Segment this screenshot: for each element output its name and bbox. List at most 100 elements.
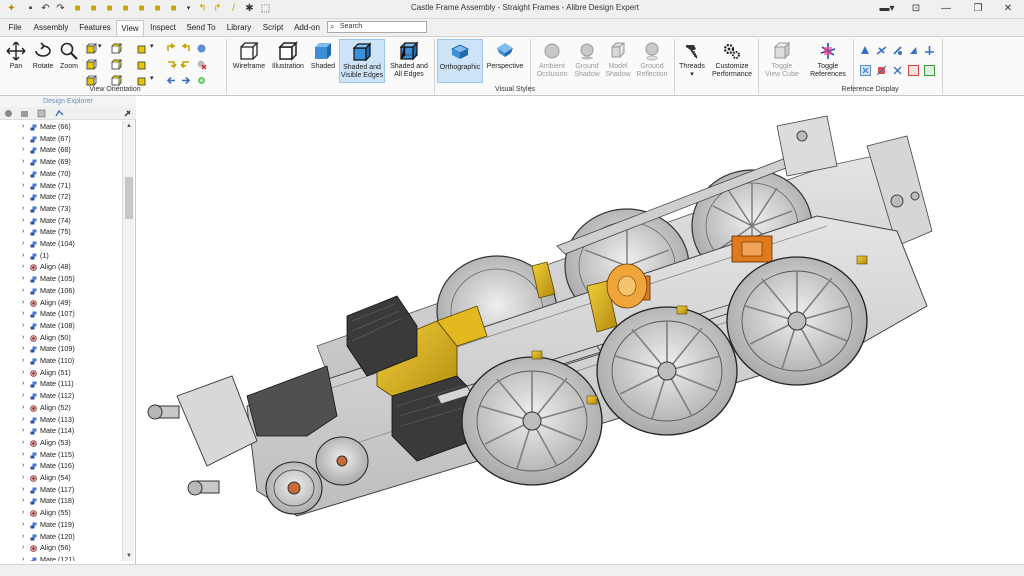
expand-chevron-icon[interactable]: › — [22, 449, 24, 461]
display-options-icon[interactable]: ▬▾ — [876, 2, 898, 16]
tab-assembly[interactable]: Assembly — [31, 20, 71, 36]
tree-item[interactable]: › Align (52) — [0, 402, 122, 414]
flip-right-icon[interactable] — [180, 59, 191, 70]
toggle-references-button[interactable]: Toggle References — [805, 39, 851, 79]
tree-item[interactable]: › Align (49) — [0, 297, 122, 309]
tree-item[interactable]: › Align (50) — [0, 332, 122, 344]
expand-chevron-icon[interactable]: › — [22, 554, 24, 561]
expand-chevron-icon[interactable]: › — [22, 191, 24, 203]
expand-chevron-icon[interactable]: › — [22, 133, 24, 145]
next-view-icon[interactable] — [180, 75, 191, 86]
configurations-icon[interactable] — [55, 109, 64, 118]
tab-send-to[interactable]: Send To — [184, 20, 218, 36]
window-select-icon[interactable]: ⬚ — [260, 3, 271, 14]
tree-item[interactable]: › Mate (120) — [0, 531, 122, 543]
view-right-icon[interactable]: ■ — [136, 3, 147, 14]
tree-item[interactable]: › Mate (67) — [0, 133, 122, 145]
expand-chevron-icon[interactable]: › — [22, 297, 24, 309]
tree-item[interactable]: › Mate (68) — [0, 144, 122, 156]
expand-chevron-icon[interactable]: › — [22, 203, 24, 215]
tree-item[interactable]: › Mate (69) — [0, 156, 122, 168]
expand-chevron-icon[interactable]: › — [22, 250, 24, 262]
illustration-button[interactable]: Illustration — [269, 39, 307, 71]
tree-item[interactable]: › Mate (108) — [0, 320, 122, 332]
driving-wheel-near-1[interactable] — [461, 356, 603, 486]
ambient-occlusion-button[interactable]: Ambient Occlusion — [533, 39, 571, 79]
shaded-button[interactable]: Shaded — [308, 39, 338, 71]
scrollbar-thumb[interactable] — [125, 177, 133, 219]
chevron-down-icon[interactable]: ▾ — [150, 42, 161, 53]
tree-item[interactable]: › Mate (114) — [0, 425, 122, 437]
perspective-button[interactable]: Perspective — [485, 39, 525, 71]
tree-item[interactable]: › Align (54) — [0, 472, 122, 484]
ground-reflection-button[interactable]: Ground Reflection — [633, 39, 671, 79]
view-top-icon[interactable]: ■ — [152, 3, 163, 14]
ref-toggle-d-icon[interactable] — [908, 65, 919, 76]
tree-item[interactable]: › Mate (72) — [0, 191, 122, 203]
tab-add-on[interactable]: Add-on — [292, 20, 322, 36]
model-viewport[interactable] — [137, 96, 1024, 564]
view-back-icon[interactable] — [86, 75, 97, 86]
view-normal-icon[interactable] — [137, 59, 148, 70]
tree-item[interactable]: › Mate (111) — [0, 378, 122, 390]
tree-item[interactable]: › Mate (115) — [0, 449, 122, 461]
expand-chevron-icon[interactable]: › — [22, 156, 24, 168]
search-input[interactable]: ⌕ Search — [327, 21, 427, 33]
view-top-icon[interactable] — [111, 75, 122, 86]
expand-chevron-icon[interactable]: › — [22, 285, 24, 297]
driving-wheel-near-3[interactable] — [726, 256, 868, 386]
zoom-button[interactable]: Zoom — [57, 39, 81, 71]
tab-inspect[interactable]: Inspect — [148, 20, 178, 36]
previous-view-icon[interactable] — [166, 75, 177, 86]
ref-toggle-c-icon[interactable] — [892, 65, 903, 76]
rotate-ccw-icon[interactable] — [166, 43, 177, 54]
tree-item[interactable]: › Mate (105) — [0, 273, 122, 285]
shaded-all-edges-button[interactable]: Shaded and All Edges — [387, 39, 431, 79]
tree-item[interactable]: › Align (51) — [0, 367, 122, 379]
ref-points-icon[interactable] — [892, 45, 903, 56]
tree-item[interactable]: › Mate (109) — [0, 343, 122, 355]
ref-origin-icon[interactable] — [924, 45, 935, 56]
scroll-down-icon[interactable]: ▼ — [123, 551, 135, 561]
tree-item[interactable]: › Mate (112) — [0, 390, 122, 402]
tab-library[interactable]: Library — [224, 20, 254, 36]
history-icon[interactable] — [37, 109, 46, 118]
orthographic-button[interactable]: Orthographic — [437, 39, 483, 83]
save-icon[interactable]: ▪ — [25, 3, 36, 14]
expand-chevron-icon[interactable]: › — [22, 168, 24, 180]
parts-icon[interactable] — [20, 109, 29, 118]
tree-item[interactable]: › Align (53) — [0, 437, 122, 449]
tree-item[interactable]: › Mate (74) — [0, 215, 122, 227]
tab-file[interactable]: File — [4, 20, 26, 36]
tab-view[interactable]: View — [116, 20, 144, 36]
expand-chevron-icon[interactable]: › — [22, 484, 24, 496]
ref-axes-icon[interactable] — [876, 45, 887, 56]
ref-toggle-b-icon[interactable] — [876, 65, 887, 76]
pin-icon[interactable] — [123, 109, 132, 118]
expand-chevron-icon[interactable]: › — [22, 226, 24, 238]
view-front-icon[interactable] — [86, 59, 97, 70]
view-bottom-icon[interactable] — [137, 43, 148, 54]
rotate-right-icon[interactable]: ↱ — [212, 3, 223, 14]
restore-button[interactable]: ❐ — [967, 2, 989, 16]
tree-item[interactable]: › Mate (107) — [0, 308, 122, 320]
tab-script[interactable]: Script — [259, 20, 287, 36]
tree-item[interactable]: › Mate (116) — [0, 460, 122, 472]
expand-chevron-icon[interactable]: › — [22, 425, 24, 437]
view-back-icon[interactable]: ■ — [104, 3, 115, 14]
expand-chevron-icon[interactable]: › — [22, 355, 24, 367]
filter-icon[interactable] — [4, 109, 13, 118]
tree-scrollbar[interactable]: ▲ ▼ — [122, 121, 134, 561]
chevron-down-icon[interactable]: ▾ — [150, 74, 161, 85]
expand-chevron-icon[interactable]: › — [22, 273, 24, 285]
tree-item[interactable]: › Mate (75) — [0, 226, 122, 238]
expand-chevron-icon[interactable]: › — [22, 367, 24, 379]
expand-chevron-icon[interactable]: › — [22, 238, 24, 250]
rotate-left-icon[interactable]: ↰ — [197, 3, 208, 14]
tree-item[interactable]: › Mate (73) — [0, 203, 122, 215]
customize-performance-button[interactable]: Customize Performance — [709, 39, 755, 79]
expand-chevron-icon[interactable]: › — [22, 460, 24, 472]
chevron-down-icon[interactable]: ▾ — [690, 71, 694, 78]
spin-icon[interactable] — [196, 43, 207, 54]
measure-icon[interactable]: / — [228, 3, 239, 14]
